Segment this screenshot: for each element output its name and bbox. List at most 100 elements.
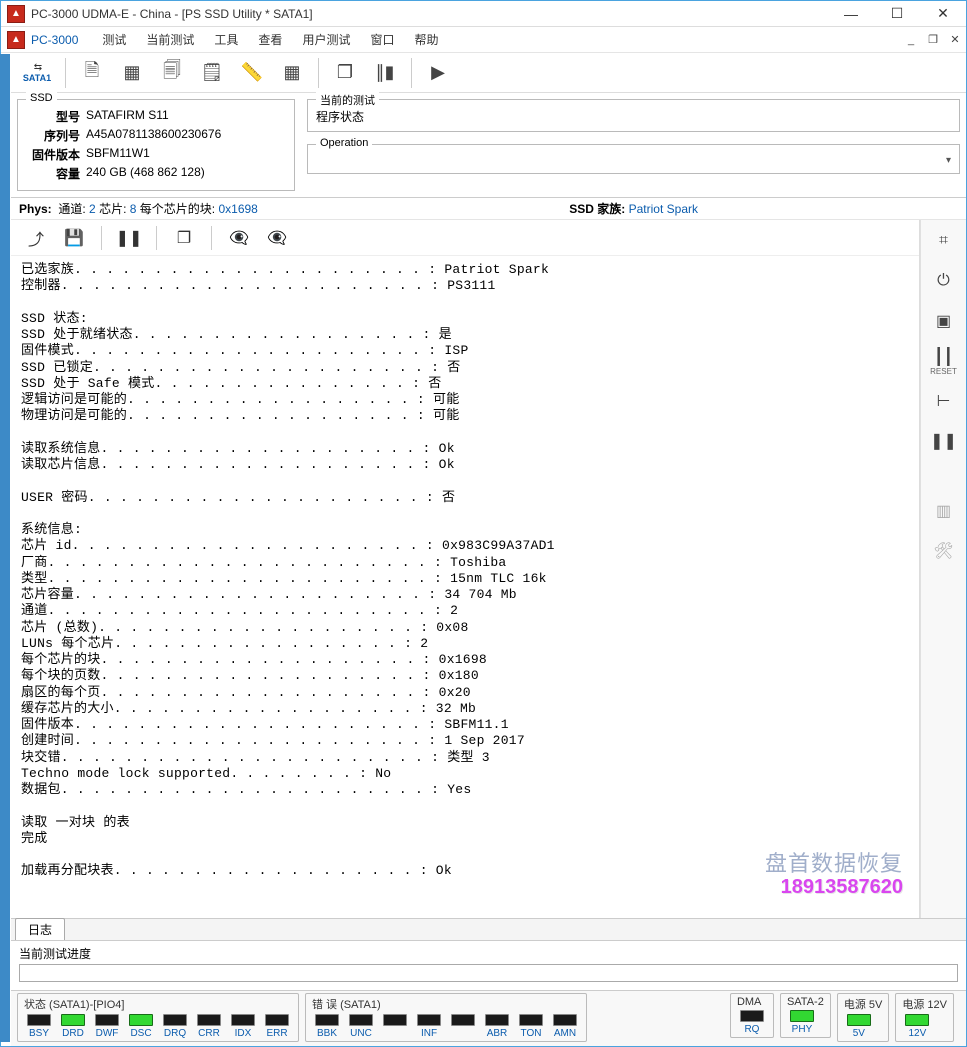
mdi-restore-icon[interactable]: ❐ [924,33,942,46]
menu-window[interactable]: 窗口 [368,27,396,52]
menu-current-test[interactable]: 当前测试 [144,27,196,52]
firmware-label: 固件版本 [26,146,80,163]
tab-log[interactable]: 日志 [15,918,65,940]
copy-button[interactable]: ❐ [169,223,199,253]
channel-value[interactable]: 2 [89,202,96,216]
app-icon: ▲ [7,5,25,23]
copy-icon: ❐ [337,62,353,83]
right-pause-button[interactable]: ❚❚ [928,428,960,454]
binoculars-icon: 👁‍🗨 [229,228,249,248]
right-reset-button[interactable]: ┃┃RESET [928,348,960,374]
right-settings-button[interactable]: 🛠 [928,538,960,564]
led-box [315,1014,339,1026]
blocks-value[interactable]: 0x1698 [218,202,257,216]
menu-test[interactable]: 测试 [100,27,128,52]
led-box [61,1014,85,1026]
ruler-icon: 📏 [241,62,263,83]
maximize-button[interactable]: ☐ [874,1,920,27]
progress-bar [19,964,958,982]
toolbar-chip-button[interactable]: ▦ [114,55,150,91]
play-icon: ▶ [431,62,445,83]
status-group-title: DMA [737,996,767,1008]
bottom-tabs: 日志 [11,918,966,940]
status-group: 电源 12V 12V [895,993,954,1042]
led-label: 12V [908,1028,926,1039]
document-icon: 🗎 [85,58,99,88]
find-button[interactable]: 👁‍🗨 [224,223,254,253]
progress-label: 当前测试进度 [19,945,958,962]
find-next-button[interactable]: 👁‍🗨 [262,223,292,253]
toolbar-list-button[interactable]: 🗒 [194,55,230,91]
toolbar-doc-button[interactable]: 🗎 [74,55,110,91]
menu-help[interactable]: 帮助 [412,27,440,52]
led-DSC: DSC [126,1014,156,1039]
toolbar-ruler-button[interactable]: 📏 [234,55,270,91]
led-BBK: BBK [312,1014,342,1039]
ssd-info-panel: SSD 型号SATAFIRM S11 序列号A45A07811386002306… [17,99,295,191]
menu-view[interactable]: 查看 [256,27,284,52]
copy-icon: ❐ [177,228,191,248]
right-chip1-button[interactable]: ⌗ [928,228,960,254]
minimize-button[interactable]: — [828,1,874,27]
led-DWF: DWF [92,1014,122,1039]
toolbar-play-button[interactable]: ▶ [420,55,456,91]
led-label: BSY [29,1028,49,1039]
led-label: RQ [744,1024,759,1035]
mdi-minimize-icon[interactable]: _ [902,34,920,46]
log-output[interactable]: 已选家族. . . . . . . . . . . . . . . . . . … [11,256,919,918]
led-box [519,1014,543,1026]
menu-user-test[interactable]: 用户测试 [300,27,352,52]
export-button[interactable]: ⤴ [21,223,51,253]
mdi-close-icon[interactable]: ✕ [946,33,964,46]
status-group-title: 错 误 (SATA1) [312,996,580,1012]
led-label: PHY [792,1024,813,1035]
right-chip3-button[interactable]: ▥ [928,498,960,524]
led-box [740,1010,764,1022]
led-box [27,1014,51,1026]
blocks-label: 每个芯片的块: [140,200,215,217]
toolbar-process-button[interactable]: ∥▮ [367,55,403,91]
right-power-button[interactable]: ⏻ [928,268,960,294]
led-label: DSC [130,1028,151,1039]
led-box [197,1014,221,1026]
current-test-legend: 当前的测试 [316,92,379,108]
status-group-title: 电源 12V [902,996,947,1012]
toolbar-copy-button[interactable]: ❐ [327,55,363,91]
sata-port-button[interactable]: ⇆ SATA1 [17,55,57,91]
led-DRD: DRD [58,1014,88,1039]
status-group: SATA-2PHY [780,993,831,1038]
led-label: DRD [62,1028,84,1039]
status-group: 电源 5V5V [837,993,890,1042]
led-box [485,1014,509,1026]
toolbar-grid-button[interactable]: ▦ [274,55,310,91]
led-label: IDX [235,1028,252,1039]
operation-dropdown-icon[interactable]: ▾ [946,155,951,166]
family-value[interactable]: Patriot Spark [629,202,698,216]
status-group: DMA RQ [730,993,774,1038]
menu-tools[interactable]: 工具 [212,27,240,52]
chip-value[interactable]: 8 [130,202,137,216]
led-label: DRQ [164,1028,186,1039]
documents-icon: 🗐 [163,58,181,88]
probe-icon: ⊢ [937,391,951,411]
pause-button[interactable]: ❚❚ [114,223,144,253]
arrows-icon: ⇆ [34,62,40,73]
led-label: ERR [266,1028,287,1039]
save-button[interactable]: 💾 [59,223,89,253]
led-blank [380,1014,410,1039]
menubar: ▲ PC-3000 测试 当前测试 工具 查看 用户测试 窗口 帮助 _ ❐ ✕ [1,27,966,53]
chip-dashed-icon: ⌗ [939,232,948,250]
right-chip2-button[interactable]: ▣ [928,308,960,334]
export-icon: ⤴ [28,226,44,250]
led-UNC: UNC [346,1014,376,1039]
chip-solid-icon: ▣ [936,311,951,331]
wrench-icon: 🛠 [933,541,953,561]
log-toolbar: ⤴ 💾 ❚❚ ❐ 👁‍🗨 👁‍🗨 [11,220,919,256]
right-probe-button[interactable]: ⊢ [928,388,960,414]
phys-label: Phys: [19,202,52,216]
family-label: SSD 家族: [569,200,625,217]
led-INF: INF [414,1014,444,1039]
capacity-label: 容量 [26,165,80,182]
toolbar-docs-button[interactable]: 🗐 [154,55,190,91]
close-button[interactable]: ✕ [920,1,966,27]
